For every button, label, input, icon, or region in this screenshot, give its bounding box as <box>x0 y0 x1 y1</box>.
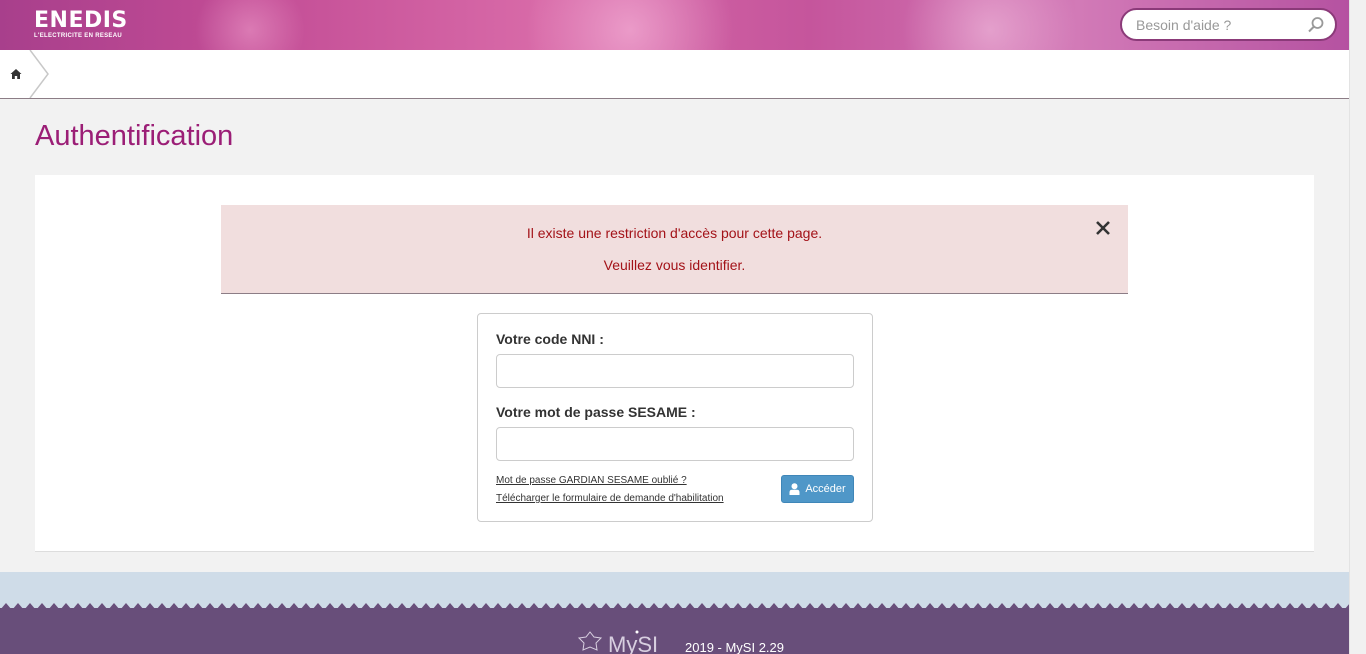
nni-label: Votre code NNI : <box>496 331 604 347</box>
help-search <box>1120 8 1337 41</box>
footer-zigzag-decoration <box>0 602 1349 610</box>
enedis-logo[interactable]: ENEDIS L'ELECTRICITE EN RESEAU <box>34 8 128 40</box>
breadcrumb <box>0 50 1349 99</box>
download-form-link[interactable]: Télécharger le formulaire de demande d'h… <box>496 493 724 504</box>
page-title: Authentification <box>35 120 234 152</box>
alert-message-line2: Veuillez vous identifier. <box>603 257 746 273</box>
top-header: ENEDIS L'ELECTRICITE EN RESEAU <box>0 0 1349 50</box>
login-form: Votre code NNI : Votre mot de passe SESA… <box>477 313 873 522</box>
password-label: Votre mot de passe SESAME : <box>496 404 696 420</box>
alert-message-line1: Il existe une restriction d'accès pour c… <box>526 225 823 241</box>
access-restriction-alert: Il existe une restriction d'accès pour c… <box>221 205 1128 294</box>
logo-brand: ENEDIS <box>34 8 128 33</box>
submit-button-label: Accéder <box>805 483 846 495</box>
close-icon[interactable] <box>1094 219 1112 237</box>
forgot-password-link[interactable]: Mot de passe GARDIAN SESAME oublié ? <box>496 475 687 486</box>
search-icon[interactable] <box>1307 16 1325 34</box>
password-input[interactable] <box>496 427 854 461</box>
page-scrollbar[interactable] <box>1349 0 1366 654</box>
user-icon <box>789 483 800 495</box>
submit-button[interactable]: Accéder <box>781 475 854 503</box>
help-search-input[interactable] <box>1136 15 1301 35</box>
version-text: 2019 - MySI 2.29 <box>685 640 784 654</box>
mysi-logo-text: MySI <box>608 632 658 654</box>
nni-input[interactable] <box>496 354 854 388</box>
mysi-logo: MySI <box>577 628 673 654</box>
home-icon <box>10 69 22 79</box>
breadcrumb-separator-icon <box>29 50 49 98</box>
footer: MySI 2019 - MySI 2.29 <box>0 602 1349 654</box>
mysi-logo-icon: MySI <box>577 630 658 654</box>
logo-tagline: L'ELECTRICITE EN RESEAU <box>34 33 122 39</box>
